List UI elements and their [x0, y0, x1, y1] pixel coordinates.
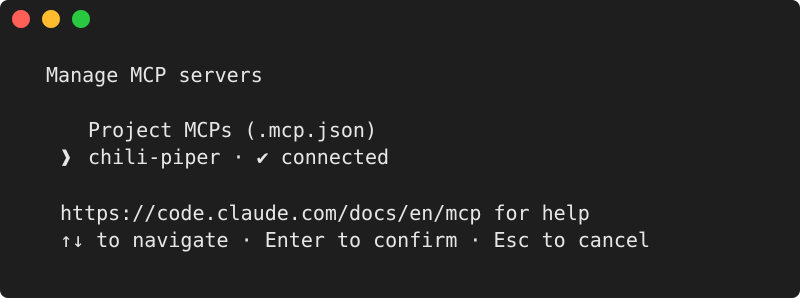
section-label-project-mcps: Project MCPs (.mcp.json)	[88, 118, 377, 142]
server-item-chili-piper[interactable]: ❱ chili-piper · ✔ connected	[60, 145, 389, 169]
keyboard-hint: ↑↓ to navigate · Enter to confirm · Esc …	[60, 228, 651, 252]
minimize-window-button[interactable]	[42, 10, 60, 28]
page-title: Manage MCP servers	[46, 63, 263, 87]
window-controls	[12, 10, 90, 28]
server-status: connected	[280, 145, 390, 169]
selection-pointer-icon: ❱	[60, 145, 73, 169]
terminal-window: Manage MCP servers Project MCPs (.mcp.js…	[0, 0, 800, 298]
help-text: https://code.claude.com/docs/en/mcp for …	[60, 201, 590, 225]
close-window-button[interactable]	[12, 10, 30, 28]
server-name: chili-piper	[88, 145, 221, 169]
maximize-window-button[interactable]	[72, 10, 90, 28]
separator: ·	[232, 145, 245, 169]
check-icon: ✔	[256, 145, 269, 169]
